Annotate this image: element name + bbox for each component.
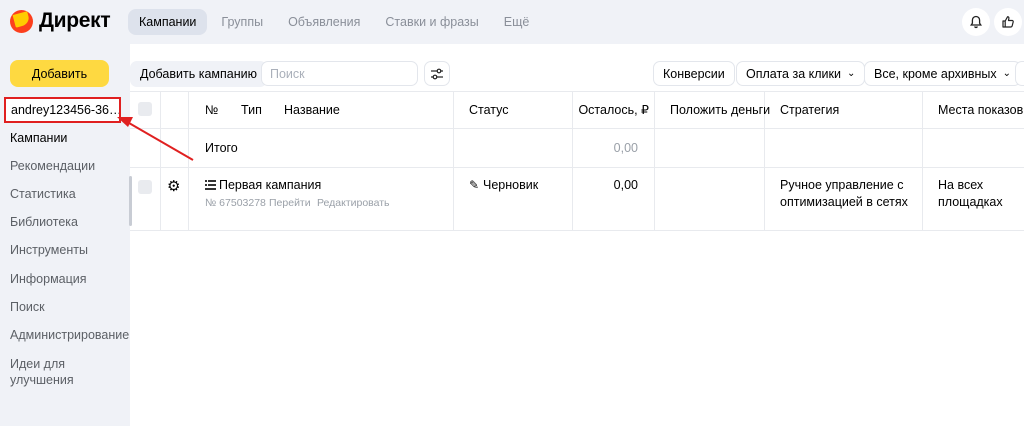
row-scroll-handle[interactable] bbox=[129, 176, 132, 226]
tab-more[interactable]: Ещё bbox=[493, 9, 541, 35]
table-divider bbox=[453, 91, 454, 230]
col-deposit[interactable]: Положить деньги bbox=[670, 102, 770, 119]
yandex-logo-icon bbox=[10, 9, 33, 33]
col-type[interactable]: Тип bbox=[241, 102, 262, 119]
status-filter-dropdown[interactable]: Все, кроме архивных ⌄ bbox=[864, 61, 1022, 86]
table-divider bbox=[654, 91, 655, 230]
filter-settings-icon[interactable] bbox=[424, 61, 450, 86]
edit-link[interactable]: Редактировать bbox=[317, 195, 390, 212]
sidebar-item-recommendations[interactable]: Рекомендации bbox=[10, 158, 95, 174]
table-divider bbox=[188, 91, 189, 230]
table-divider bbox=[160, 91, 161, 230]
col-remaining[interactable]: Осталось, ₽ bbox=[572, 102, 649, 119]
strategy-value[interactable]: Ручное управление с оптимизацией в сетях bbox=[780, 177, 915, 211]
search-input[interactable]: Поиск bbox=[261, 61, 418, 86]
tab-groups[interactable]: Группы bbox=[210, 9, 274, 35]
bell-icon[interactable] bbox=[962, 8, 990, 36]
sidebar-item-information[interactable]: Информация bbox=[10, 271, 87, 287]
tab-ads[interactable]: Объявления bbox=[277, 9, 371, 35]
select-all-checkbox[interactable] bbox=[138, 102, 152, 116]
logo-text: Директ bbox=[39, 9, 111, 32]
col-strategy[interactable]: Стратегия bbox=[780, 102, 839, 119]
table-divider bbox=[922, 91, 923, 230]
gear-icon[interactable]: ⚙ bbox=[167, 178, 180, 195]
more-toolbar-button[interactable] bbox=[1015, 61, 1024, 86]
campaign-type-icon bbox=[205, 178, 216, 195]
go-link[interactable]: Перейти bbox=[269, 195, 311, 212]
tab-campaigns[interactable]: Кампании bbox=[128, 9, 208, 35]
sidebar: Добавить andrey123456-36… Кампании Реком… bbox=[0, 44, 130, 426]
campaign-id: № 67503278 bbox=[205, 197, 266, 209]
thumbs-up-icon[interactable] bbox=[994, 8, 1022, 36]
logo[interactable]: Директ bbox=[10, 9, 111, 33]
add-campaign-button[interactable]: Добавить кампанию bbox=[130, 61, 267, 87]
total-remaining: 0,00 bbox=[613, 141, 638, 155]
tab-bids[interactable]: Ставки и фразы bbox=[374, 9, 489, 35]
sidebar-item-library[interactable]: Библиотека bbox=[10, 214, 78, 230]
main-nav: Кампании Группы Объявления Ставки и фраз… bbox=[128, 9, 543, 35]
chevron-down-icon: ⌄ bbox=[1002, 68, 1012, 79]
sidebar-item-ideas[interactable]: Идеи для улучшения bbox=[10, 356, 110, 388]
account-selector[interactable]: andrey123456-36… bbox=[4, 97, 121, 123]
status-value: Черновик bbox=[483, 178, 539, 192]
top-bar: Директ Кампании Группы Объявления Ставки… bbox=[0, 0, 1024, 44]
table-divider bbox=[130, 91, 1024, 92]
placements-value[interactable]: На всех площадках bbox=[938, 177, 1018, 211]
status-filter-label: Все, кроме архивных bbox=[874, 66, 997, 81]
chevron-down-icon: ⌄ bbox=[846, 68, 856, 79]
sidebar-item-campaigns[interactable]: Кампании bbox=[10, 130, 67, 146]
row-checkbox[interactable] bbox=[138, 180, 152, 194]
payment-dropdown-label: Оплата за клики bbox=[746, 66, 841, 81]
sidebar-item-tools[interactable]: Инструменты bbox=[10, 242, 88, 258]
remaining-value: 0,00 bbox=[613, 178, 638, 192]
col-name[interactable]: Название bbox=[284, 102, 340, 119]
conversions-button[interactable]: Конверсии bbox=[653, 61, 735, 86]
add-button[interactable]: Добавить bbox=[10, 60, 109, 87]
campaign-name-link[interactable]: Первая кампания bbox=[219, 177, 321, 194]
sidebar-item-administration[interactable]: Администрирование bbox=[10, 327, 129, 343]
table-divider bbox=[130, 128, 1024, 129]
col-number[interactable]: № bbox=[205, 102, 218, 119]
col-placements[interactable]: Места показов bbox=[938, 102, 1023, 119]
pencil-icon: ✎ bbox=[469, 178, 480, 192]
sidebar-item-search[interactable]: Поиск bbox=[10, 299, 45, 315]
table-divider bbox=[130, 167, 1024, 168]
payment-dropdown[interactable]: Оплата за клики ⌄ bbox=[736, 61, 866, 86]
total-label: Итого bbox=[205, 141, 238, 155]
sidebar-item-statistics[interactable]: Статистика bbox=[10, 186, 76, 202]
col-status[interactable]: Статус bbox=[469, 102, 509, 119]
table-divider bbox=[130, 230, 1024, 231]
